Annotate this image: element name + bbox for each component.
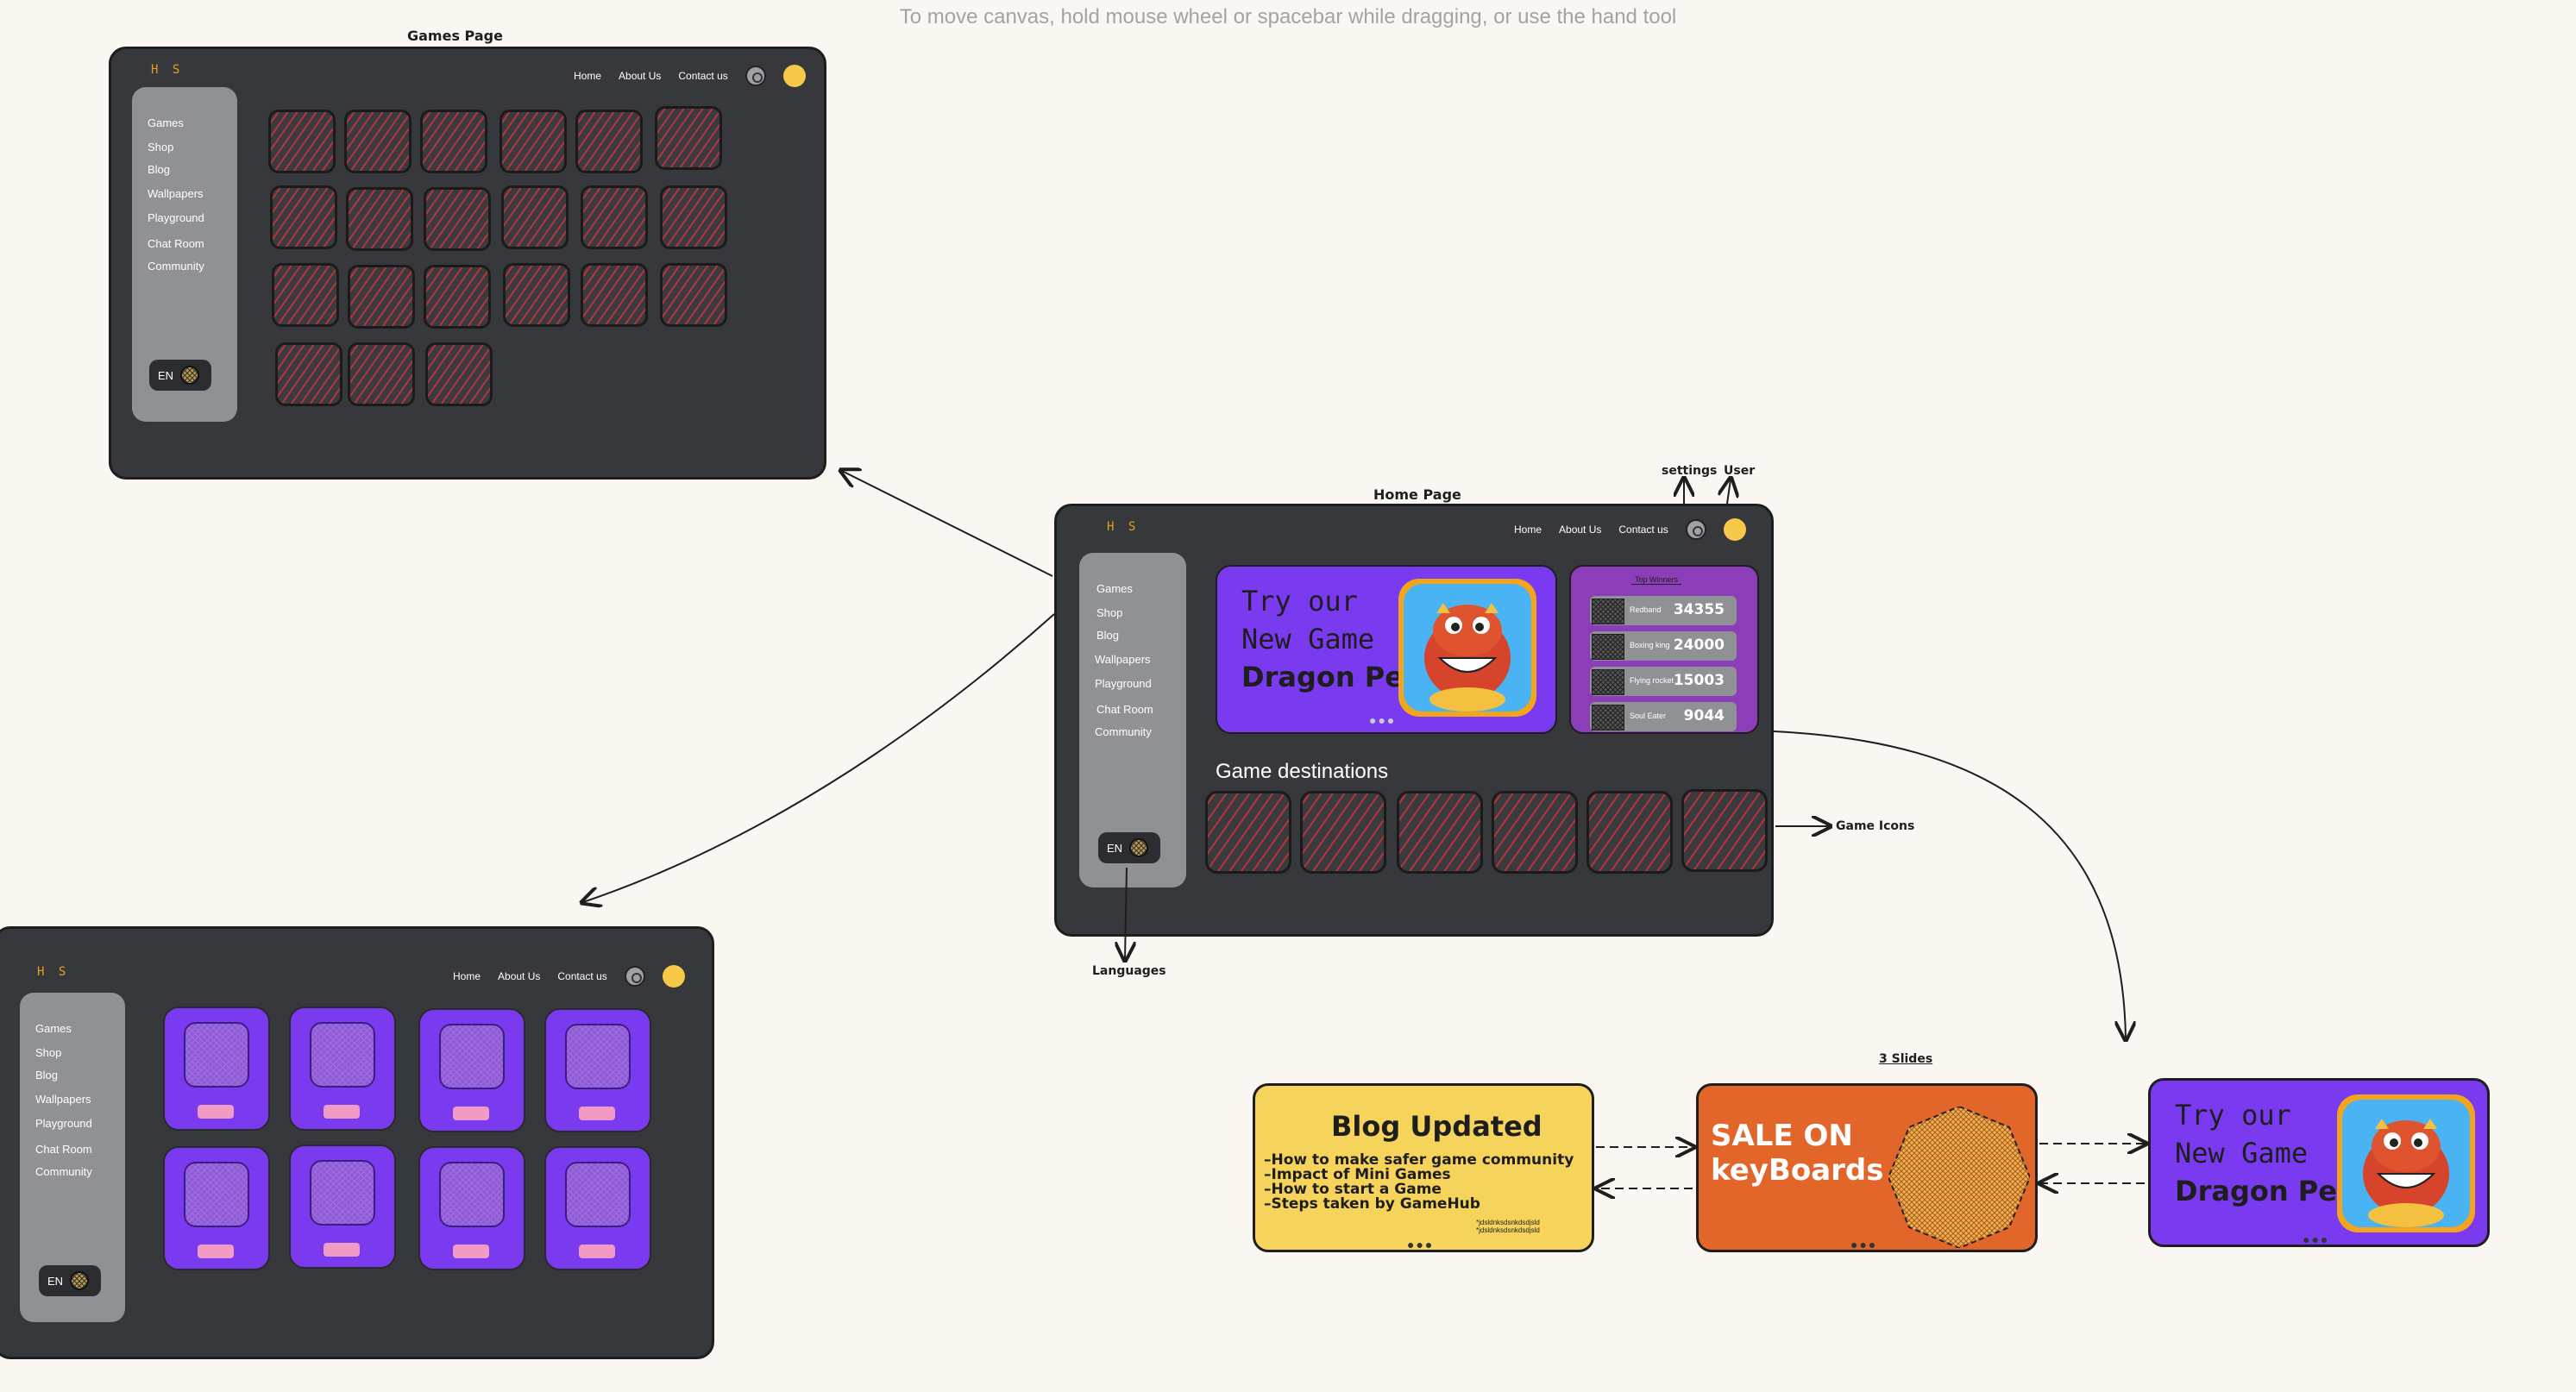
connector-arrows <box>0 0 2576 1392</box>
arrow-to-slides <box>1773 730 2126 1038</box>
arrow-to-games-page <box>842 471 1053 577</box>
arrow-languages <box>1125 867 1127 959</box>
arrow-to-shop-page <box>583 613 1055 902</box>
arrow-user <box>1727 480 1731 505</box>
